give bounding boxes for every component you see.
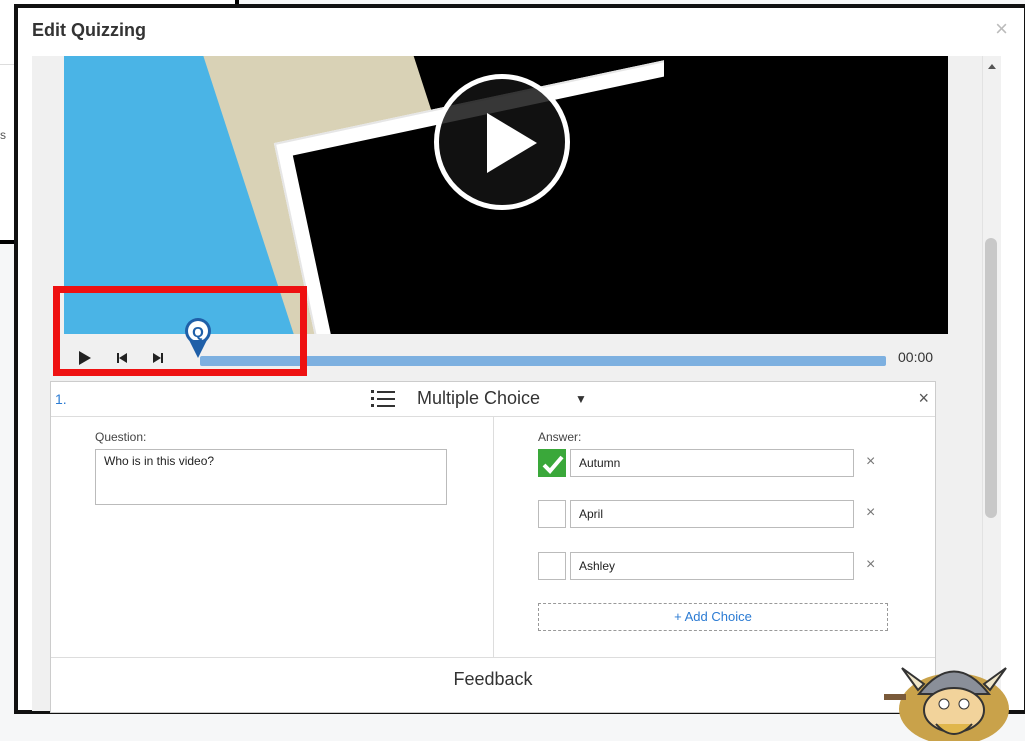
play-overlay-button[interactable]: [434, 74, 570, 210]
feedback-divider: [51, 657, 935, 658]
question-input[interactable]: Who is in this video?: [95, 449, 447, 505]
video-player[interactable]: [64, 56, 948, 334]
correct-checkbox[interactable]: [538, 552, 566, 580]
skip-back-icon[interactable]: [116, 350, 128, 366]
viking-mascot-logo: [884, 667, 1009, 741]
question-number: 1.: [55, 391, 67, 407]
time-display: 00:00: [898, 349, 934, 365]
progress-bar[interactable]: [200, 356, 886, 366]
choice-row: Autumn ×: [538, 449, 888, 479]
close-icon[interactable]: ×: [995, 16, 1008, 42]
skip-forward-icon[interactable]: [152, 350, 164, 366]
choice-row: April ×: [538, 500, 888, 530]
modal-title: Edit Quizzing: [32, 20, 146, 40]
choice-input[interactable]: Autumn: [570, 449, 854, 477]
scroll-thumb[interactable]: [985, 238, 997, 518]
question-label: Question:: [95, 430, 147, 444]
vertical-scrollbar[interactable]: [982, 56, 1001, 706]
choice-row: Ashley ×: [538, 552, 888, 582]
remove-choice-icon[interactable]: ×: [866, 504, 875, 522]
play-icon: [487, 113, 537, 173]
question-marker-icon: Q: [185, 318, 211, 358]
question-panel: 1. Multiple Choice ▼ × Question: Who is …: [50, 381, 936, 713]
choice-input[interactable]: April: [570, 500, 854, 528]
play-icon[interactable]: [78, 350, 92, 366]
correct-checkbox[interactable]: [538, 449, 566, 477]
quiz-marker[interactable]: Q: [182, 316, 214, 365]
question-type-label: Multiple Choice: [417, 388, 541, 408]
add-choice-button[interactable]: + Add Choice: [538, 603, 888, 631]
feedback-section-toggle[interactable]: Feedback: [51, 669, 935, 690]
modal-header: Edit Quizzing ×: [18, 8, 1024, 52]
remove-question-icon[interactable]: ×: [918, 388, 929, 409]
scroll-up-arrow-icon[interactable]: [988, 64, 996, 69]
choice-input[interactable]: Ashley: [570, 552, 854, 580]
quiz-marker-label: Q: [192, 324, 204, 341]
checkmark-icon: [542, 455, 564, 474]
correct-checkbox[interactable]: [538, 500, 566, 528]
column-divider: [493, 417, 494, 657]
question-header: 1. Multiple Choice ▼ ×: [51, 382, 935, 417]
background-text-fragment: s: [0, 128, 6, 142]
list-icon: [371, 390, 395, 407]
remove-choice-icon[interactable]: ×: [866, 453, 875, 471]
remove-choice-icon[interactable]: ×: [866, 556, 875, 574]
video-frame-dark: [664, 56, 948, 334]
answer-label: Answer:: [538, 430, 582, 444]
player-controls: Q 00:00: [64, 318, 948, 384]
chevron-down-icon: ▼: [575, 392, 587, 406]
